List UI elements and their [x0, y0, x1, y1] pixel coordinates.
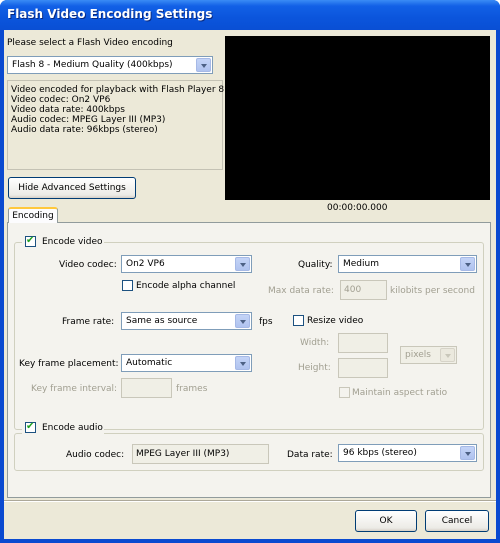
- audio-codec-value: MPEG Layer III (MP3): [136, 449, 230, 459]
- frame-rate-select[interactable]: Same as source: [121, 312, 252, 330]
- encode-alpha-checkbox[interactable]: [122, 280, 133, 291]
- chevron-down-icon[interactable]: [235, 257, 250, 271]
- units-select[interactable]: pixels: [400, 346, 457, 364]
- fps-label: fps: [259, 317, 273, 327]
- height-input[interactable]: [338, 358, 388, 378]
- chevron-down-icon[interactable]: [460, 257, 475, 271]
- key-frame-interval-input[interactable]: [121, 378, 172, 398]
- dialog-window: Flash Video Encoding Settings Please sel…: [0, 0, 500, 543]
- quality-value: Medium: [343, 259, 379, 269]
- cancel-button[interactable]: Cancel: [425, 510, 489, 532]
- encode-video-label: Encode video: [42, 237, 103, 247]
- audio-group-header: ✔ Encode audio: [22, 421, 104, 435]
- dialog-body: Please select a Flash Video encoding Fla…: [4, 30, 496, 539]
- frame-rate-value: Same as source: [126, 316, 198, 326]
- maintain-aspect-ratio-label: Maintain aspect ratio: [352, 388, 448, 398]
- hide-advanced-settings-button[interactable]: Hide Advanced Settings: [8, 177, 136, 199]
- resize-video-label: Resize video: [307, 316, 364, 326]
- encoding-prompt: Please select a Flash Video encoding: [7, 38, 173, 48]
- preview-timecode: 00:00:00.000: [327, 203, 388, 213]
- title-bar[interactable]: Flash Video Encoding Settings: [0, 0, 500, 30]
- tab-encoding[interactable]: Encoding: [8, 207, 58, 223]
- key-frame-placement-select[interactable]: Automatic: [121, 354, 252, 372]
- info-line: Audio data rate: 96kbps (stereo): [11, 125, 158, 135]
- chevron-down-icon[interactable]: [235, 356, 250, 370]
- chevron-down-icon[interactable]: [235, 314, 250, 328]
- video-codec-label: Video codec:: [59, 260, 117, 270]
- quality-label: Quality:: [298, 260, 333, 270]
- encoding-preset-select[interactable]: Flash 8 - Medium Quality (400kbps): [7, 56, 213, 74]
- max-data-rate-value: 400: [344, 285, 362, 295]
- encode-audio-checkbox[interactable]: ✔: [25, 421, 36, 433]
- ok-button[interactable]: OK: [355, 510, 417, 532]
- data-rate-label: Data rate:: [287, 450, 333, 460]
- chevron-down-icon[interactable]: [196, 58, 211, 72]
- chevron-down-icon[interactable]: [460, 446, 475, 460]
- check-icon: ✔: [26, 235, 35, 246]
- check-icon: ✔: [26, 421, 35, 432]
- resize-video-checkbox[interactable]: [293, 315, 304, 326]
- window-title: Flash Video Encoding Settings: [7, 7, 213, 21]
- key-frame-interval-label: Key frame interval:: [31, 384, 118, 394]
- info-line: Video encoded for playback with Flash Pl…: [11, 85, 225, 95]
- audio-data-rate-value: 96 kbps (stereo): [343, 448, 417, 458]
- encoding-preset-value: Flash 8 - Medium Quality (400kbps): [12, 60, 173, 70]
- maintain-aspect-ratio-checkbox[interactable]: [339, 387, 350, 398]
- info-line: Video codec: On2 VP6: [11, 95, 111, 105]
- audio-codec-field: MPEG Layer III (MP3): [132, 444, 269, 464]
- chevron-down-icon[interactable]: [440, 348, 455, 362]
- units-value: pixels: [405, 350, 431, 360]
- height-label: Height:: [298, 363, 331, 373]
- info-line: Video data rate: 400kbps: [11, 105, 125, 115]
- audio-data-rate-select[interactable]: 96 kbps (stereo): [338, 444, 477, 462]
- key-frame-placement-label: Key frame placement:: [19, 359, 119, 369]
- encoding-info-box: Video encoded for playback with Flash Pl…: [7, 80, 225, 170]
- info-line: Audio codec: MPEG Layer III (MP3): [11, 115, 166, 125]
- video-codec-select[interactable]: On2 VP6: [121, 255, 252, 273]
- video-group-header: ✔ Encode video: [22, 235, 104, 249]
- key-frame-placement-value: Automatic: [126, 358, 173, 368]
- video-preview: [225, 36, 490, 200]
- tab-encoding-label: Encoding: [12, 211, 54, 221]
- frames-label: frames: [176, 384, 208, 394]
- footer-divider: [4, 500, 496, 502]
- encode-audio-label: Encode audio: [42, 423, 103, 433]
- audio-codec-label: Audio codec:: [66, 450, 125, 460]
- width-label: Width:: [300, 338, 330, 348]
- max-data-rate-label: Max data rate:: [268, 286, 334, 296]
- video-codec-value: On2 VP6: [126, 259, 165, 269]
- quality-select[interactable]: Medium: [338, 255, 477, 273]
- frame-rate-label: Frame rate:: [62, 317, 115, 327]
- encode-alpha-label: Encode alpha channel: [136, 281, 236, 291]
- max-data-rate-input[interactable]: 400: [340, 280, 387, 300]
- width-input[interactable]: [338, 333, 388, 353]
- max-data-rate-unit: kilobits per second: [390, 286, 475, 296]
- encode-video-checkbox[interactable]: ✔: [25, 235, 36, 247]
